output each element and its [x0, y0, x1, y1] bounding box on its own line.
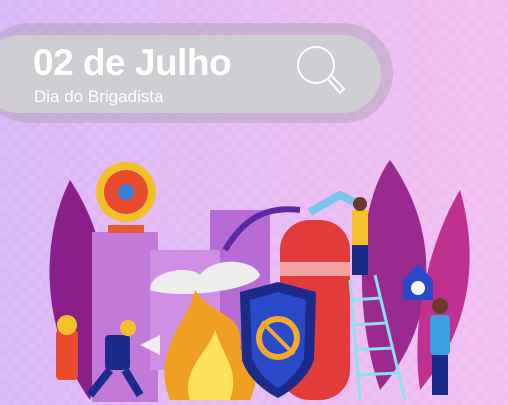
person-with-phone	[430, 315, 450, 355]
search-icon[interactable]	[295, 45, 350, 100]
brigadista-illustration	[49, 160, 470, 402]
firefighter-with-megaphone	[105, 335, 130, 370]
page-subtitle: Dia do Brigadista	[34, 87, 164, 106]
firefighter-on-ladder	[352, 210, 368, 245]
fire-hydrant-icon	[56, 330, 78, 380]
page-title: 02 de Julho	[33, 42, 232, 83]
